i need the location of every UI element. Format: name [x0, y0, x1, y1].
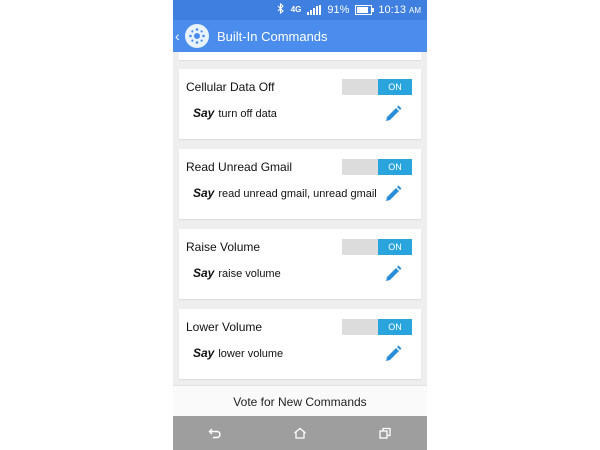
pencil-icon[interactable]	[383, 264, 403, 284]
say-phrase-line: Say lower volume	[193, 346, 283, 360]
status-time: 10:13 AM	[378, 4, 421, 16]
command-toggle[interactable]: ON	[342, 319, 412, 335]
navigation-bar	[173, 416, 427, 450]
command-toggle[interactable]: ON	[342, 79, 412, 95]
back-arrow-icon	[208, 428, 221, 439]
command-list[interactable]: Cellular Data Off ON Say turn off data Re…	[173, 52, 427, 385]
signal-icon	[307, 5, 322, 15]
command-title: Raise Volume	[186, 240, 261, 254]
pencil-icon[interactable]	[383, 184, 403, 204]
command-phrase: lower volume	[218, 348, 284, 360]
command-title: Cellular Data Off	[186, 80, 275, 94]
phone-screen: 4G 91% 10:13 AM ‹ Built-In Commands Cell…	[173, 0, 427, 450]
status-bar: 4G 91% 10:13 AM	[173, 0, 427, 20]
say-phrase-line: Say raise volume	[193, 266, 281, 280]
command-phrase: read unread gmail, unread gmail	[218, 188, 377, 200]
command-toggle[interactable]: ON	[342, 239, 412, 255]
command-card-raise-volume: Raise Volume ON Say raise volume	[179, 229, 421, 299]
vote-for-new-commands-button[interactable]: Vote for New Commands	[173, 385, 427, 417]
battery-percent: 91%	[327, 4, 350, 16]
back-chevron-icon[interactable]: ‹	[175, 28, 183, 44]
battery-icon	[355, 5, 375, 15]
say-phrase-line: Say turn off data	[193, 106, 277, 120]
app-logo-icon[interactable]	[185, 24, 209, 48]
say-phrase-line: Say read unread gmail, unread gmail	[193, 186, 377, 200]
say-label: Say	[193, 266, 215, 280]
command-card-cellular-data-off: Cellular Data Off ON Say turn off data	[179, 69, 421, 139]
network-type-label: 4G	[290, 5, 302, 14]
toggle-on-label: ON	[378, 159, 412, 175]
pencil-icon[interactable]	[383, 344, 403, 364]
previous-card-edge	[179, 52, 421, 61]
toggle-on-label: ON	[378, 79, 412, 95]
toggle-on-label: ON	[378, 319, 412, 335]
recent-apps-icon	[378, 427, 391, 439]
app-bar: ‹ Built-In Commands	[173, 20, 427, 52]
say-label: Say	[193, 346, 215, 360]
command-phrase: turn off data	[218, 108, 277, 120]
command-title: Lower Volume	[186, 320, 263, 334]
bluetooth-icon	[277, 2, 285, 17]
nav-back-button[interactable]	[195, 416, 235, 450]
toggle-on-label: ON	[378, 239, 412, 255]
nav-recent-apps-button[interactable]	[365, 416, 405, 450]
home-icon	[294, 427, 306, 439]
command-card-read-unread-gmail: Read Unread Gmail ON Say read unread gmai…	[179, 149, 421, 219]
page-title: Built-In Commands	[217, 28, 328, 44]
say-label: Say	[193, 106, 215, 120]
command-phrase: raise volume	[218, 268, 281, 280]
command-card-lower-volume: Lower Volume ON Say lower volume	[179, 309, 421, 379]
nav-home-button[interactable]	[280, 416, 320, 450]
pencil-icon[interactable]	[383, 104, 403, 124]
command-toggle[interactable]: ON	[342, 159, 412, 175]
say-label: Say	[193, 186, 215, 200]
command-title: Read Unread Gmail	[186, 160, 293, 174]
